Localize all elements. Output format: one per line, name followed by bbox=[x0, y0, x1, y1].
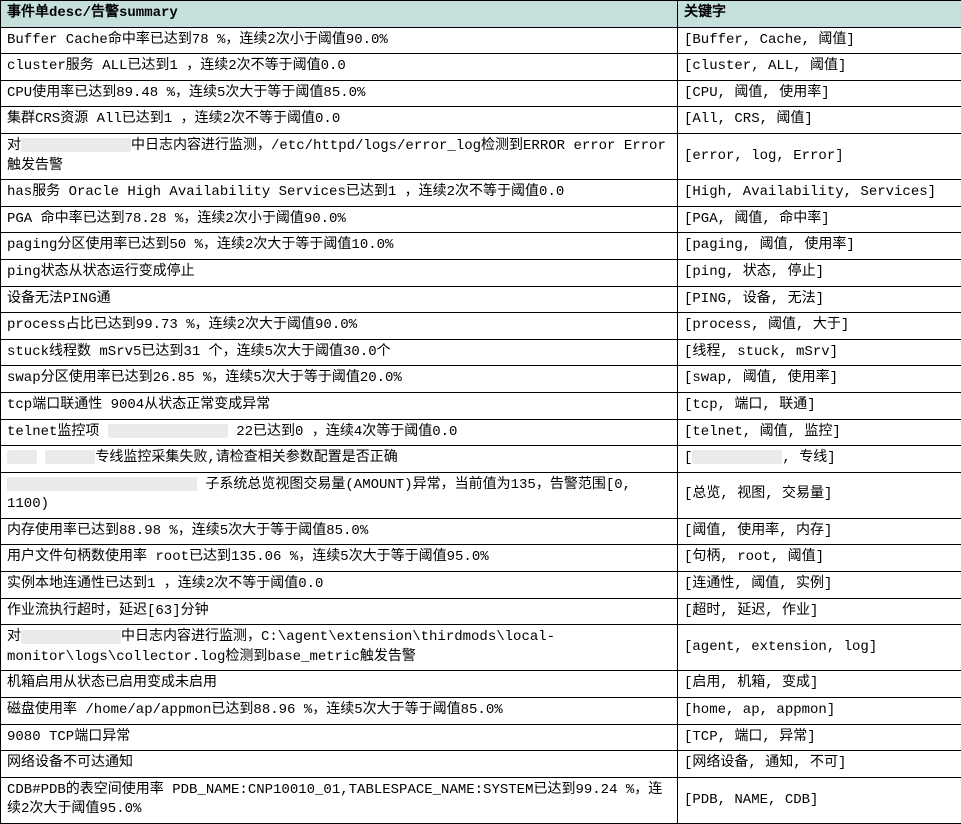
keywords-cell: [paging, 阈值, 使用率] bbox=[678, 233, 961, 260]
keywords-cell: [PDB, NAME, CDB] bbox=[678, 777, 961, 823]
keywords-cell: [error, log, Error] bbox=[678, 133, 961, 179]
redacted-block bbox=[7, 450, 37, 464]
table-row: 设备无法PING通[PING, 设备, 无法] bbox=[1, 286, 961, 313]
table-row: 内存使用率已达到88.98 %，连续5次大于等于阈值85.0%[阈值, 使用率,… bbox=[1, 518, 961, 545]
table-row: PGA 命中率已达到78.28 %，连续2次小于阈值90.0%[PGA, 阈值,… bbox=[1, 206, 961, 233]
table-row: swap分区使用率已达到26.85 %，连续5次大于等于阈值20.0%[swap… bbox=[1, 366, 961, 393]
desc-cell: paging分区使用率已达到50 %，连续2次大于等于阈值10.0% bbox=[1, 233, 678, 260]
keywords-cell: [process, 阈值, 大于] bbox=[678, 313, 961, 340]
redacted-block bbox=[108, 424, 228, 438]
keywords-cell: [PGA, 阈值, 命中率] bbox=[678, 206, 961, 233]
keywords-cell: [线程, stuck, mSrv] bbox=[678, 339, 961, 366]
keywords-cell: [句柄, root, 阈值] bbox=[678, 545, 961, 572]
desc-cell: 专线监控采集失败,请检查相关参数配置是否正确 bbox=[1, 446, 678, 473]
keywords-cell: [High, Availability, Services] bbox=[678, 180, 961, 207]
table-row: 磁盘使用率 /home/ap/appmon已达到88.96 %，连续5次大于等于… bbox=[1, 698, 961, 725]
table-header-row: 事件单desc/告警summary 关键字 bbox=[1, 1, 961, 28]
table-row: paging分区使用率已达到50 %，连续2次大于等于阈值10.0%[pagin… bbox=[1, 233, 961, 260]
keywords-cell: [swap, 阈值, 使用率] bbox=[678, 366, 961, 393]
keywords-cell: [home, ap, appmon] bbox=[678, 698, 961, 725]
keywords-cell: [总览, 视图, 交易量] bbox=[678, 472, 961, 518]
table-row: process占比已达到99.73 %，连续2次大于阈值90.0%[proces… bbox=[1, 313, 961, 340]
table-row: 机箱启用从状态已启用变成未启用[启用, 机箱, 变成] bbox=[1, 671, 961, 698]
desc-cell: ping状态从状态运行变成停止 bbox=[1, 259, 678, 286]
keywords-cell: [阈值, 使用率, 内存] bbox=[678, 518, 961, 545]
redacted-block bbox=[692, 450, 782, 464]
table-row: has服务 Oracle High Availability Services已… bbox=[1, 180, 961, 207]
header-desc: 事件单desc/告警summary bbox=[1, 1, 678, 28]
desc-cell: process占比已达到99.73 %，连续2次大于阈值90.0% bbox=[1, 313, 678, 340]
keywords-cell: [agent, extension, log] bbox=[678, 625, 961, 671]
alert-table: 事件单desc/告警summary 关键字 Buffer Cache命中率已达到… bbox=[0, 0, 961, 824]
desc-cell: PGA 命中率已达到78.28 %，连续2次小于阈值90.0% bbox=[1, 206, 678, 233]
keywords-cell: [ , 专线] bbox=[678, 446, 961, 473]
keywords-cell: [cluster, ALL, 阈值] bbox=[678, 54, 961, 81]
redacted-block bbox=[45, 450, 95, 464]
desc-cell: CDB#PDB的表空间使用率 PDB_NAME:CNP10010_01,TABL… bbox=[1, 777, 678, 823]
keywords-cell: [启用, 机箱, 变成] bbox=[678, 671, 961, 698]
redacted-block bbox=[21, 138, 131, 152]
table-row: ping状态从状态运行变成停止[ping, 状态, 停止] bbox=[1, 259, 961, 286]
keywords-cell: [ping, 状态, 停止] bbox=[678, 259, 961, 286]
desc-cell: 作业流执行超时，延迟[63]分钟 bbox=[1, 598, 678, 625]
table-row: 9080 TCP端口异常[TCP, 端口, 异常] bbox=[1, 724, 961, 751]
desc-cell: 磁盘使用率 /home/ap/appmon已达到88.96 %，连续5次大于等于… bbox=[1, 698, 678, 725]
desc-cell: 机箱启用从状态已启用变成未启用 bbox=[1, 671, 678, 698]
table-row: CDB#PDB的表空间使用率 PDB_NAME:CNP10010_01,TABL… bbox=[1, 777, 961, 823]
desc-cell: 对 中日志内容进行监测，/etc/httpd/logs/error_log检测到… bbox=[1, 133, 678, 179]
keywords-cell: [tcp, 端口, 联通] bbox=[678, 392, 961, 419]
table-row: 实例本地连通性已达到1 ，连续2次不等于阈值0.0[连通性, 阈值, 实例] bbox=[1, 572, 961, 599]
desc-cell: has服务 Oracle High Availability Services已… bbox=[1, 180, 678, 207]
table-row: 集群CRS资源 All已达到1 ，连续2次不等于阈值0.0[All, CRS, … bbox=[1, 107, 961, 134]
keywords-cell: [TCP, 端口, 异常] bbox=[678, 724, 961, 751]
keywords-cell: [All, CRS, 阈值] bbox=[678, 107, 961, 134]
table-row: 对 中日志内容进行监测，C:\agent\extension\thirdmods… bbox=[1, 625, 961, 671]
table-row: tcp端口联通性 9004从状态正常变成异常[tcp, 端口, 联通] bbox=[1, 392, 961, 419]
keywords-cell: [连通性, 阈值, 实例] bbox=[678, 572, 961, 599]
table-row: Buffer Cache命中率已达到78 %，连续2次小于阈值90.0%[Buf… bbox=[1, 27, 961, 54]
desc-cell: 对 中日志内容进行监测，C:\agent\extension\thirdmods… bbox=[1, 625, 678, 671]
header-keywords: 关键字 bbox=[678, 1, 961, 28]
desc-cell: 子系统总览视图交易量(AMOUNT)异常，当前值为135，告警范围[0, 110… bbox=[1, 472, 678, 518]
table-row: 用户文件句柄数使用率 root已达到135.06 %，连续5次大于等于阈值95.… bbox=[1, 545, 961, 572]
desc-cell: stuck线程数 mSrv5已达到31 个，连续5次大于阈值30.0个 bbox=[1, 339, 678, 366]
desc-cell: Buffer Cache命中率已达到78 %，连续2次小于阈值90.0% bbox=[1, 27, 678, 54]
desc-cell: 设备无法PING通 bbox=[1, 286, 678, 313]
table-row: stuck线程数 mSrv5已达到31 个，连续5次大于阈值30.0个[线程, … bbox=[1, 339, 961, 366]
table-row: 子系统总览视图交易量(AMOUNT)异常，当前值为135，告警范围[0, 110… bbox=[1, 472, 961, 518]
table-row: 专线监控采集失败,请检查相关参数配置是否正确[ , 专线] bbox=[1, 446, 961, 473]
table-row: 作业流执行超时，延迟[63]分钟[超时, 延迟, 作业] bbox=[1, 598, 961, 625]
redacted-block bbox=[7, 477, 197, 491]
desc-cell: 集群CRS资源 All已达到1 ，连续2次不等于阈值0.0 bbox=[1, 107, 678, 134]
desc-cell: telnet监控项 22已达到0 ，连续4次等于阈值0.0 bbox=[1, 419, 678, 446]
keywords-cell: [超时, 延迟, 作业] bbox=[678, 598, 961, 625]
desc-cell: swap分区使用率已达到26.85 %，连续5次大于等于阈值20.0% bbox=[1, 366, 678, 393]
keywords-cell: [CPU, 阈值, 使用率] bbox=[678, 80, 961, 107]
desc-cell: cluster服务 ALL已达到1 ，连续2次不等于阈值0.0 bbox=[1, 54, 678, 81]
desc-cell: 用户文件句柄数使用率 root已达到135.06 %，连续5次大于等于阈值95.… bbox=[1, 545, 678, 572]
desc-cell: 9080 TCP端口异常 bbox=[1, 724, 678, 751]
desc-cell: 内存使用率已达到88.98 %，连续5次大于等于阈值85.0% bbox=[1, 518, 678, 545]
desc-cell: tcp端口联通性 9004从状态正常变成异常 bbox=[1, 392, 678, 419]
desc-cell: 实例本地连通性已达到1 ，连续2次不等于阈值0.0 bbox=[1, 572, 678, 599]
redacted-block bbox=[21, 630, 121, 644]
keywords-cell: [telnet, 阈值, 监控] bbox=[678, 419, 961, 446]
table-row: telnet监控项 22已达到0 ，连续4次等于阈值0.0[telnet, 阈值… bbox=[1, 419, 961, 446]
desc-cell: 网络设备不可达通知 bbox=[1, 751, 678, 778]
table-row: cluster服务 ALL已达到1 ，连续2次不等于阈值0.0[cluster,… bbox=[1, 54, 961, 81]
table-row: 对 中日志内容进行监测，/etc/httpd/logs/error_log检测到… bbox=[1, 133, 961, 179]
keywords-cell: [Buffer, Cache, 阈值] bbox=[678, 27, 961, 54]
keywords-cell: [PING, 设备, 无法] bbox=[678, 286, 961, 313]
table-row: CPU使用率已达到89.48 %，连续5次大于等于阈值85.0%[CPU, 阈值… bbox=[1, 80, 961, 107]
table-row: 网络设备不可达通知[网络设备, 通知, 不可] bbox=[1, 751, 961, 778]
keywords-cell: [网络设备, 通知, 不可] bbox=[678, 751, 961, 778]
desc-cell: CPU使用率已达到89.48 %，连续5次大于等于阈值85.0% bbox=[1, 80, 678, 107]
